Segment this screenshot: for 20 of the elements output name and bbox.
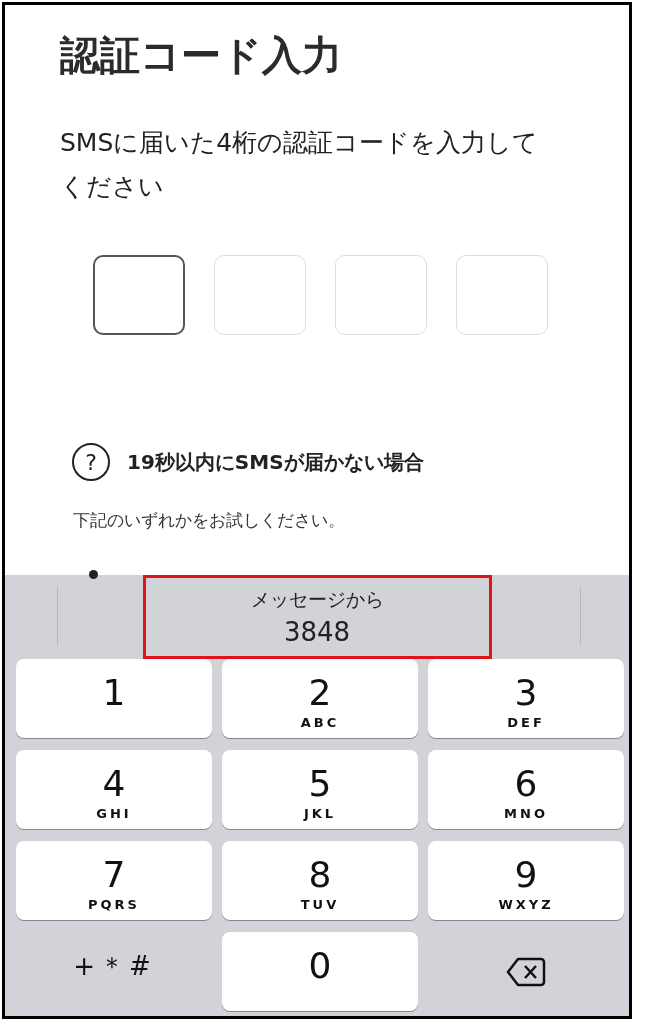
help-text: 下記のいずれかをお試しください。	[73, 509, 346, 532]
digit-key[interactable]: 5 JKL	[222, 750, 418, 829]
digit-key[interactable]: 9 WXYZ	[428, 841, 624, 920]
bullet-icon	[89, 570, 98, 579]
digit-key[interactable]: 4 GHI	[16, 750, 212, 829]
page-title: 認証コード入力	[60, 31, 343, 80]
digit-key[interactable]: 8 TUV	[222, 841, 418, 920]
digit-key[interactable]: 7 PQRS	[16, 841, 212, 920]
backspace-icon[interactable]	[506, 955, 546, 988]
digit-key[interactable]: 2 ABC	[222, 659, 418, 738]
instruction-text: SMSに届いた4桁の認証コードを入力してください	[60, 127, 540, 203]
symbols-key[interactable]: +＊#	[16, 932, 212, 1011]
help-heading: 19秒以内にSMSが届かない場合	[127, 448, 424, 476]
digit-key[interactable]: 0	[222, 932, 418, 1011]
help-icon: ?	[72, 443, 110, 481]
code-input-box[interactable]	[93, 255, 185, 335]
digit-key[interactable]: 6 MNO	[428, 750, 624, 829]
digit-key[interactable]: 3 DEF	[428, 659, 624, 738]
digit-key[interactable]: 1	[16, 659, 212, 738]
code-suggestion[interactable]: メッセージから 3848	[142, 575, 492, 659]
